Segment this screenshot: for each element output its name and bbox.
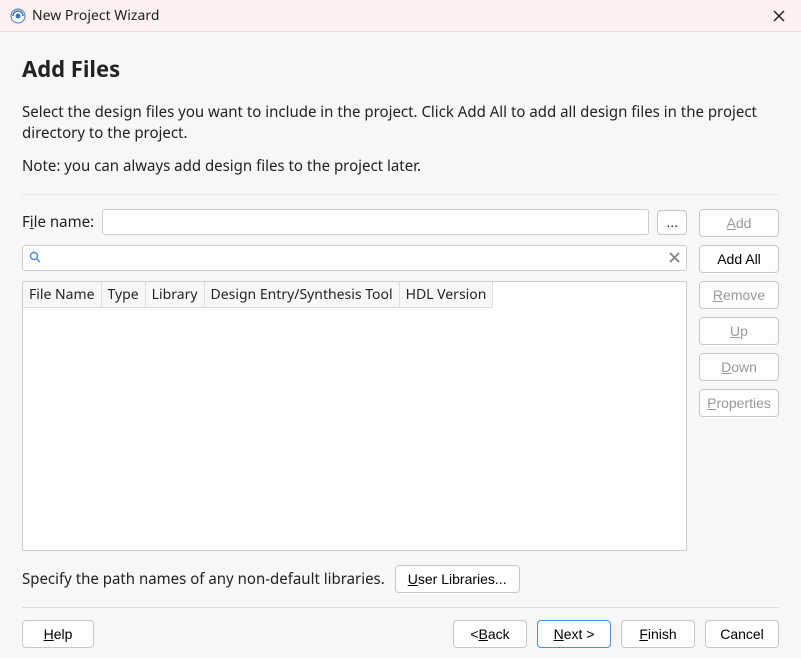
remove-button[interactable]: Remove [699, 281, 779, 309]
files-table[interactable]: File Name Type Library Design Entry/Synt… [22, 281, 687, 551]
app-icon [10, 8, 26, 24]
clear-search-button[interactable] [669, 248, 680, 268]
left-column: File name: ... [22, 209, 687, 593]
table-header-type[interactable]: Type [101, 282, 145, 308]
separator-footer [22, 607, 779, 608]
file-name-input[interactable] [102, 209, 649, 235]
down-button[interactable]: Down [699, 353, 779, 381]
close-button[interactable] [767, 5, 791, 27]
properties-button[interactable]: Properties [699, 389, 779, 417]
search-field-wrap [22, 245, 687, 271]
table-header-hdl-version[interactable]: HDL Version [399, 282, 493, 308]
search-row [22, 245, 687, 271]
browse-button[interactable]: ... [657, 210, 687, 235]
window-title: New Project Wizard [32, 6, 767, 25]
close-icon [669, 252, 680, 263]
titlebar: New Project Wizard [0, 0, 801, 32]
wizard-content: Add Files Select the design files you wa… [0, 32, 801, 658]
page-heading: Add Files [22, 54, 779, 84]
table-header-filename[interactable]: File Name [23, 282, 101, 308]
close-icon [773, 10, 785, 22]
table-header-design-entry[interactable]: Design Entry/Synthesis Tool [204, 282, 399, 308]
user-libraries-button[interactable]: User Libraries... [395, 565, 520, 593]
back-button[interactable]: < Back [453, 620, 527, 648]
table-header-library[interactable]: Library [145, 282, 204, 308]
main-layout: File name: ... [22, 209, 779, 593]
up-button[interactable]: Up [699, 317, 779, 345]
add-all-button[interactable]: Add All [699, 245, 779, 273]
libraries-row: Specify the path names of any non-defaul… [22, 565, 687, 593]
finish-button[interactable]: Finish [621, 620, 695, 648]
table-header-row: File Name Type Library Design Entry/Synt… [23, 282, 493, 308]
add-button[interactable]: Add [699, 209, 779, 237]
file-name-label: File name: [22, 212, 94, 232]
page-note: Note: you can always add design files to… [22, 156, 779, 176]
search-input[interactable] [45, 247, 669, 269]
file-name-row: File name: ... [22, 209, 687, 235]
separator-top [22, 194, 779, 195]
help-button[interactable]: Help [22, 620, 94, 648]
next-button[interactable]: Next > [537, 620, 611, 648]
search-icon [29, 249, 41, 267]
right-column: Add Add All Remove Up Down Properties [699, 209, 779, 593]
libraries-text: Specify the path names of any non-defaul… [22, 569, 385, 589]
page-description: Select the design files you want to incl… [22, 102, 779, 144]
cancel-button[interactable]: Cancel [705, 620, 779, 648]
wizard-footer: Help < Back Next > Finish Cancel [22, 620, 779, 648]
